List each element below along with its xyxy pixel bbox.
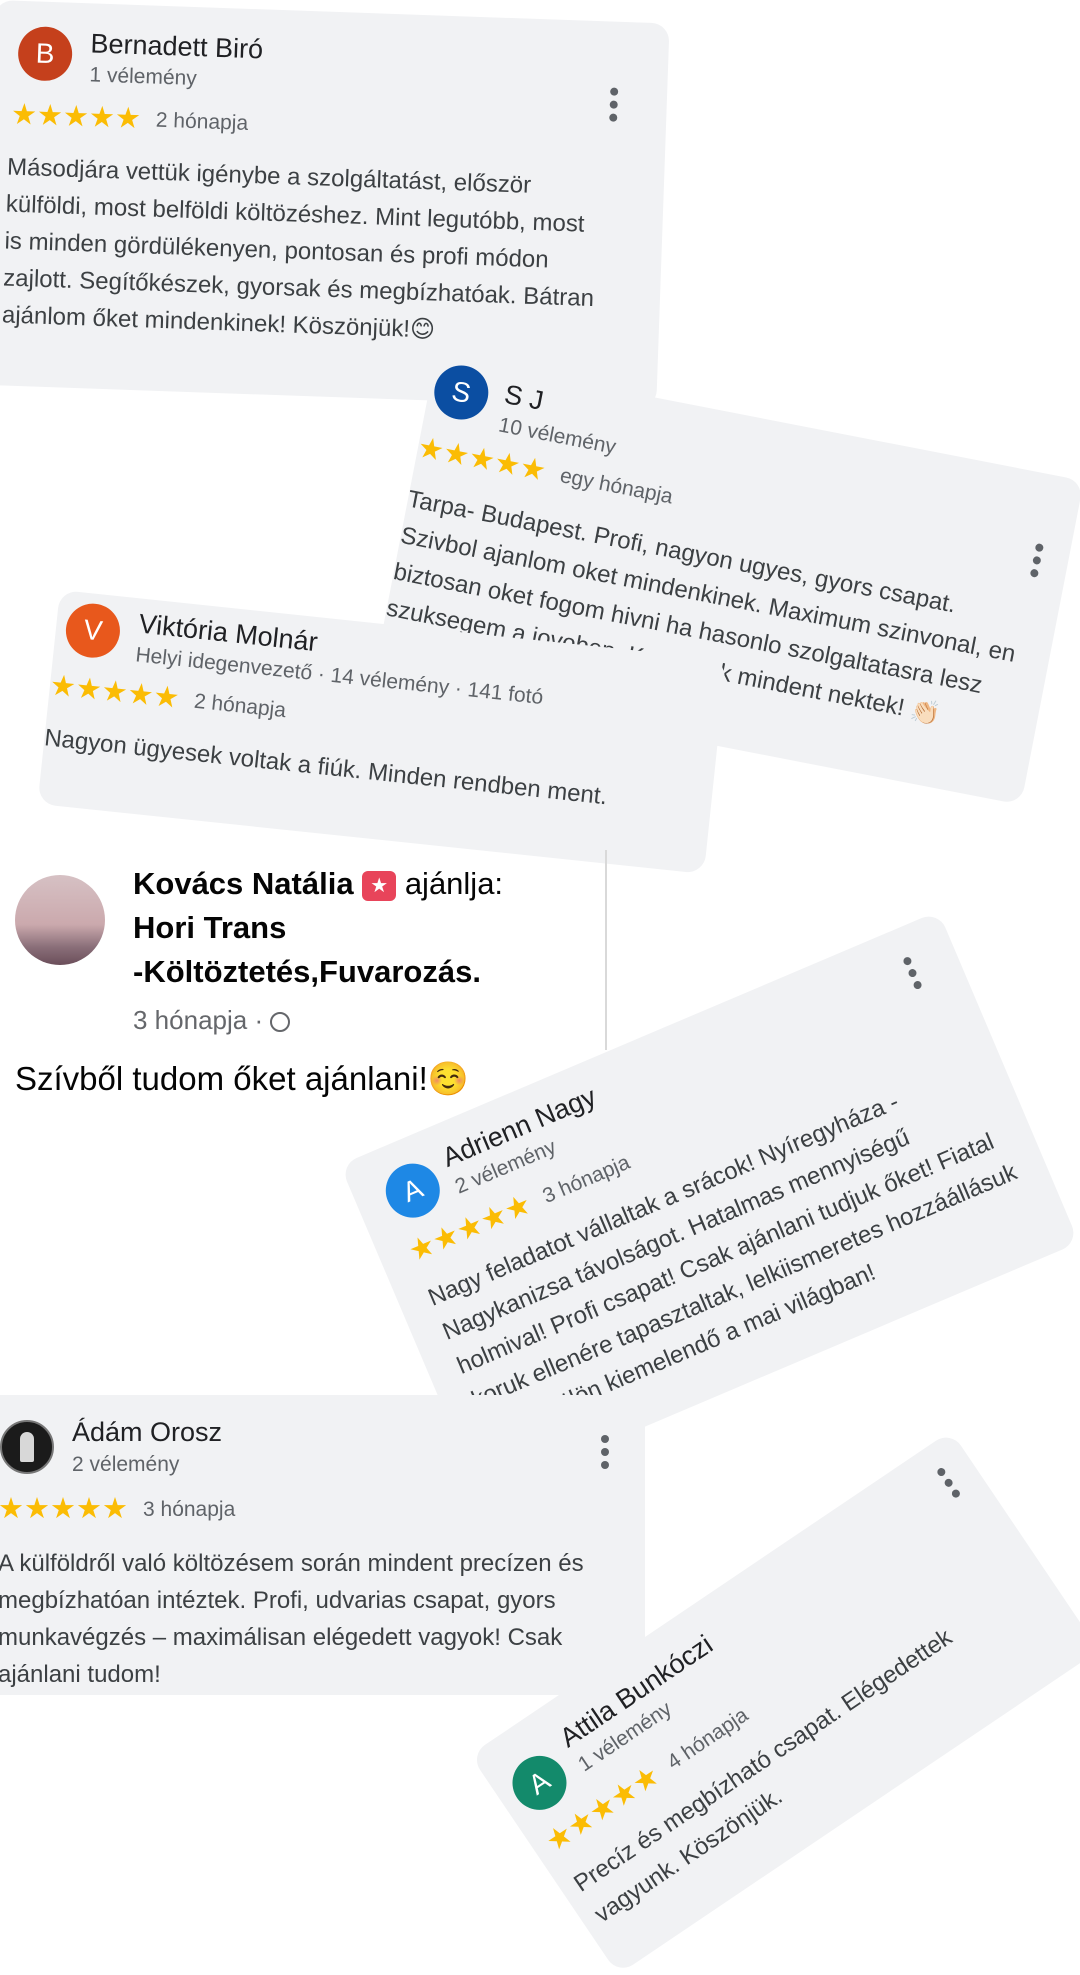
review-age: 2 hónapja [192, 689, 288, 722]
recommend-badge-icon: ★ [362, 870, 397, 901]
meta-separator: · [254, 1005, 264, 1035]
more-options-icon[interactable] [609, 87, 620, 127]
recommender-name[interactable]: Kovács Natália [133, 866, 354, 901]
post-time[interactable]: 3 hónapja [133, 1005, 247, 1035]
recommendation-header: Kovács Natália ★ ajánlja: Hori Trans -Kö… [133, 862, 603, 994]
avatar: B [17, 25, 74, 82]
facebook-recommendation: Kovács Natália ★ ajánlja: Hori Trans -Kö… [0, 850, 607, 1050]
page-name-line2[interactable]: -Költöztetés,Fuvarozás. [133, 954, 481, 989]
reviewer-name: Ádám Orosz [72, 1417, 223, 1447]
avatar: S [429, 360, 493, 425]
review-text: Másodjára vettük igénybe a szolgáltatást… [1, 153, 595, 344]
star-rating: ★★★★★ 3 hónapja [0, 1495, 235, 1524]
more-options-icon[interactable] [1029, 542, 1046, 583]
review-card-adam: Ádám Orosz 2 vélemény ★★★★★ 3 hónapja A … [0, 1395, 645, 1695]
avatar [15, 875, 105, 965]
more-options-icon[interactable] [935, 1465, 966, 1503]
reviewer-name: S J [501, 379, 547, 417]
review-count: 2 vélemény [72, 1453, 180, 1476]
avatar: A [502, 1745, 577, 1821]
review-count: 1 vélemény [89, 63, 198, 91]
more-options-icon[interactable] [601, 1435, 611, 1474]
star-rating: ★★★★★ 2 hónapja [10, 98, 249, 138]
person-silhouette-icon [20, 1432, 34, 1462]
avatar: A [377, 1155, 449, 1226]
avatar: V [63, 600, 123, 661]
recommends-label: ajánlja: [404, 866, 504, 901]
reviewer-name: Bernadett Biró [90, 28, 264, 65]
stars-icon: ★★★★★ [0, 1493, 128, 1525]
review-text: A külföldről való költözésem során minde… [0, 1550, 584, 1688]
globe-icon [270, 1012, 291, 1033]
review-age: 3 hónapja [143, 1497, 236, 1521]
avatar [0, 1420, 54, 1474]
more-options-icon[interactable] [902, 955, 926, 995]
page-name-line1[interactable]: Hori Trans [133, 910, 286, 945]
stars-icon: ★★★★★ [48, 669, 181, 715]
stars-icon: ★★★★★ [10, 98, 142, 136]
review-text: Nagy feladatot vállaltak a srácok! Nyíre… [424, 1088, 1021, 1448]
recommendation-text: Szívből tudom őket ajánlani!☺️ [15, 1060, 469, 1097]
post-meta: 3 hónapja · [133, 1005, 291, 1036]
review-text: Nagyon ügyesek voltak a fiúk. Minden ren… [43, 724, 609, 811]
review-card-bernadett: B Bernadett Biró 1 vélemény ★★★★★ 2 hóna… [0, 0, 670, 409]
review-age: egy hónapja [558, 463, 675, 509]
review-age: 2 hónapja [155, 108, 249, 135]
